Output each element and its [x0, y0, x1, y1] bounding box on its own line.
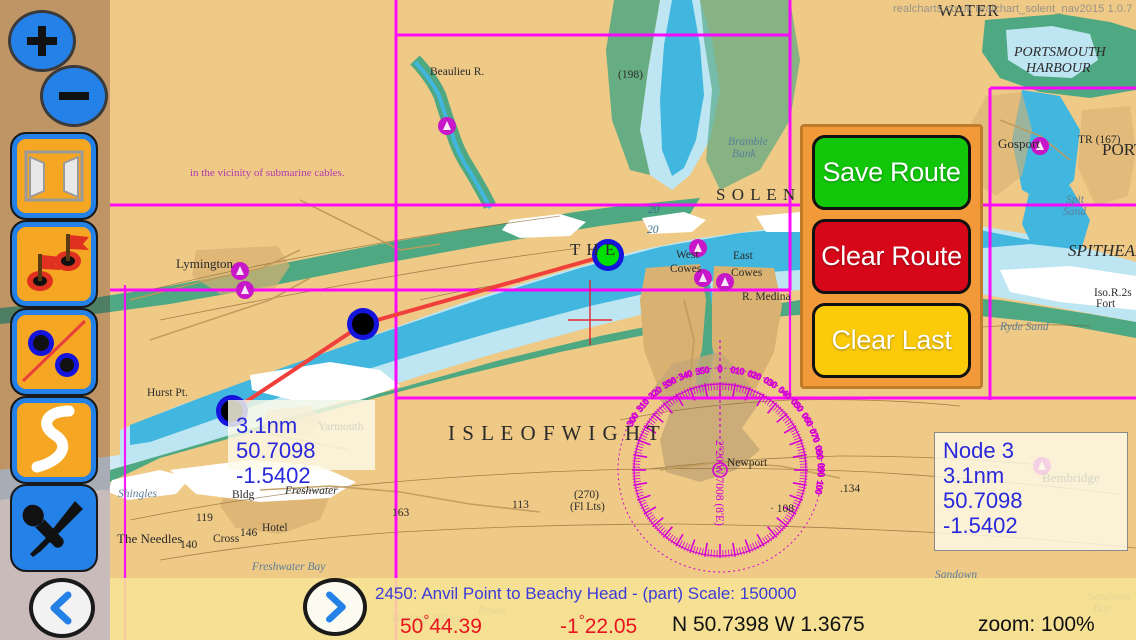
status-bar: 2450: Anvil Point to Beachy Head - (part…	[110, 578, 1136, 640]
map-label: WATER	[938, 1, 1000, 20]
map-label: I S L E O F W I G H T	[448, 421, 661, 445]
map-label: Cross	[213, 533, 240, 545]
map-label: Hurst Pt.	[147, 387, 188, 399]
sidebar-item-panel-toggle[interactable]	[10, 132, 98, 220]
map-label: Hotel	[262, 522, 288, 534]
map-label: in the vicinity of submarine cables.	[190, 167, 345, 179]
map-label: 146	[240, 527, 258, 539]
map-label: 119	[196, 512, 213, 524]
map-label: R. Medina	[742, 291, 791, 303]
map-label: Bramble	[728, 136, 768, 148]
map-label: (Fl Lts)	[570, 501, 605, 513]
sidebar-item-route-nodes[interactable]	[10, 308, 98, 396]
plus-icon	[27, 26, 57, 56]
map-label: 163	[392, 507, 410, 519]
latlon-decimal-value: N 50.7398 W 1.3675	[672, 613, 865, 636]
node-latitude: 50.7098	[943, 487, 1023, 513]
save-route-button[interactable]: Save Route	[812, 135, 971, 210]
map-label: PORTSMOUTH	[1013, 45, 1107, 60]
chevron-left-icon	[50, 591, 72, 625]
map-label: .134	[840, 483, 860, 495]
map-label: Ryde Sand	[999, 321, 1049, 333]
map-label: S O L E N T	[716, 185, 812, 204]
map-label: (270)	[574, 489, 599, 501]
map-label: · 108	[770, 503, 794, 515]
open-panes-icon	[24, 150, 84, 202]
tooltip-distance: 3.1nm	[236, 413, 298, 438]
waypoint-flags-icon	[27, 234, 89, 291]
sidebar-item-track[interactable]	[10, 396, 98, 484]
sidebar-item-settings[interactable]	[10, 484, 98, 572]
node-tooltip-small: 3.1nm 50.7098 -1.5402	[228, 400, 375, 488]
map-label: 140	[180, 539, 198, 551]
map-label: Newport	[727, 457, 768, 469]
map-label: East	[733, 250, 754, 262]
tooltip-latitude: 50.7098	[236, 437, 316, 463]
map-label: 20	[647, 224, 659, 236]
map-label: Sand	[1063, 206, 1086, 218]
map-label: Bank	[732, 148, 757, 160]
forward-button[interactable]	[303, 578, 367, 636]
minus-icon	[59, 92, 89, 100]
map-label: Spit	[1066, 194, 1085, 206]
chart-app-window: 300 310 320 330 340 350 0 010 020 030 040 050 060 070…	[0, 0, 1136, 640]
map-label: 2°20'W 7008 (8'E)	[713, 440, 725, 526]
coordinates-row: 50°44.39 -1°22.05 N 50.7398 W 1.3675 zoo…	[110, 610, 1136, 640]
map-label: T H E	[570, 240, 616, 259]
map-label: Bldg	[232, 489, 255, 501]
track-squiggle-icon	[31, 405, 75, 473]
route-nodes-icon	[21, 319, 87, 383]
map-label: (198)	[618, 69, 643, 81]
route-node-2	[347, 308, 379, 340]
compass-tick-label: 090	[816, 463, 826, 477]
node-info-panel: Node 3 3.1nm 50.7098 -1.5402	[934, 432, 1128, 551]
map-label: 20	[648, 204, 660, 216]
zoom-level-value: zoom: 100%	[978, 613, 1095, 636]
map-label: Cowes	[670, 263, 702, 275]
map-label: Cowes	[731, 267, 763, 279]
zoom-in-button[interactable]	[8, 10, 76, 72]
map-label: The Needles	[117, 531, 182, 546]
map-label: HARBOUR	[1025, 61, 1091, 76]
tooltip-longitude: -1.5402	[236, 462, 311, 488]
longitude-dm-value: -1°22.05	[560, 611, 638, 638]
map-label: West	[676, 249, 700, 261]
map-label: Beaulieu R.	[430, 66, 484, 78]
sidebar-item-marks[interactable]	[10, 220, 98, 308]
map-label: SPITHEAD	[1068, 241, 1136, 260]
chevron-right-icon	[326, 591, 346, 623]
tools-wrench-screwdriver-icon	[22, 501, 83, 557]
map-label: Freshwater Bay	[251, 561, 326, 573]
latitude-dm-value: 50°44.39	[400, 611, 482, 638]
map-label: Shingles	[118, 488, 157, 500]
route-actions-panel: Save Route Clear Route Clear Last	[800, 124, 983, 389]
clear-last-button[interactable]: Clear Last	[812, 303, 971, 378]
left-toolbar	[0, 0, 110, 640]
map-label: 113	[512, 499, 529, 511]
map-label: Lymington	[176, 256, 234, 271]
map-label: TR (167)	[1078, 134, 1121, 146]
zoom-out-button[interactable]	[40, 65, 108, 127]
node-longitude: -1.5402	[943, 512, 1018, 538]
clear-route-button[interactable]: Clear Route	[812, 219, 971, 294]
back-button[interactable]	[29, 578, 95, 638]
map-label: Fort	[1096, 298, 1116, 310]
node-distance: 3.1nm	[943, 462, 1005, 488]
chart-title-label: 2450: Anvil Point to Beachy Head - (part…	[375, 584, 797, 603]
compass-tick-label: 0	[718, 364, 723, 374]
node-title: Node 3	[943, 438, 1014, 463]
map-label: Gosport	[998, 136, 1040, 151]
